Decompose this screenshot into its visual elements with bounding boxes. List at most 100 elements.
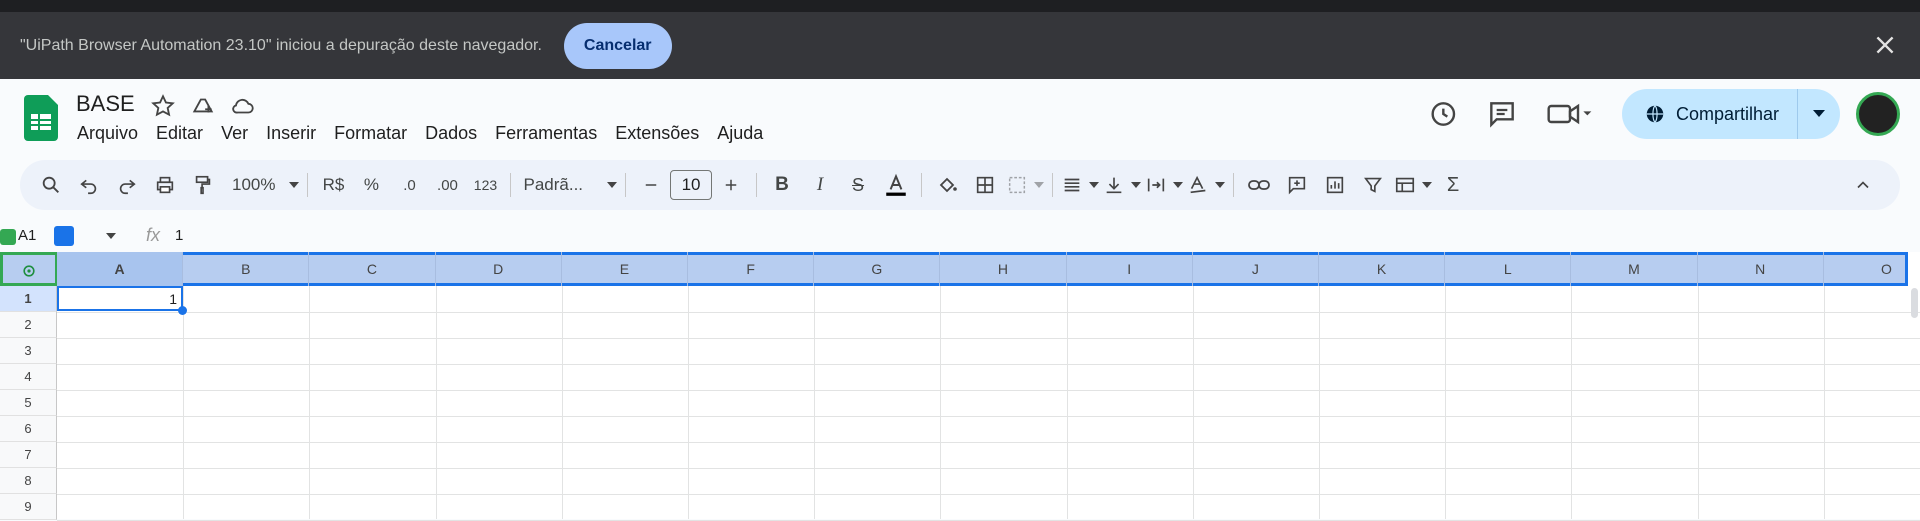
sheets-logo-icon[interactable]: [24, 95, 58, 141]
font-size-input[interactable]: 10: [670, 170, 713, 200]
percent-format-button[interactable]: %: [354, 168, 388, 202]
menu-inserir[interactable]: Inserir: [257, 123, 325, 144]
search-icon[interactable]: [34, 168, 68, 202]
link-icon[interactable]: [1242, 168, 1276, 202]
close-icon[interactable]: [1872, 32, 1898, 58]
column-line: [1823, 286, 1825, 519]
column-header-i[interactable]: I: [1067, 252, 1193, 286]
column-header-n[interactable]: N: [1698, 252, 1824, 286]
column-header-b[interactable]: B: [183, 252, 310, 286]
name-box-caret-icon[interactable]: [106, 233, 116, 239]
plus-icon[interactable]: [714, 168, 748, 202]
doc-title[interactable]: BASE: [76, 91, 135, 117]
row-header-3[interactable]: 3: [0, 338, 57, 364]
collapse-toolbar-icon[interactable]: [1846, 168, 1880, 202]
strikethrough-icon[interactable]: S: [841, 168, 875, 202]
formula-input[interactable]: 1: [175, 227, 183, 244]
avatar[interactable]: [1856, 92, 1900, 136]
minus-icon[interactable]: [634, 168, 668, 202]
menu-bar: Arquivo Editar Ver Inserir Formatar Dado…: [68, 123, 772, 144]
sheet-grid: ABCDEFGHIJKLMNO 123456789 1: [0, 252, 1920, 521]
toolbar-divider: [756, 173, 758, 197]
borders-icon[interactable]: [968, 168, 1002, 202]
zoom-value: 100%: [232, 175, 276, 194]
name-box[interactable]: A1: [18, 227, 36, 244]
text-rotation-icon[interactable]: [1187, 168, 1226, 202]
caret-down-icon: [1422, 182, 1433, 188]
column-header-m[interactable]: M: [1571, 252, 1698, 286]
row-header-4[interactable]: 4: [0, 364, 57, 390]
share-dropdown-button[interactable]: [1798, 110, 1840, 118]
row-header-7[interactable]: 7: [0, 442, 57, 468]
text-color-icon[interactable]: [879, 168, 913, 202]
print-icon[interactable]: [148, 168, 182, 202]
column-header-h[interactable]: H: [940, 252, 1067, 286]
row-line: [57, 312, 1920, 313]
vertical-scrollbar[interactable]: [1911, 288, 1918, 318]
menu-ajuda[interactable]: Ajuda: [708, 123, 772, 144]
insert-chart-icon[interactable]: [1318, 168, 1352, 202]
insert-comment-icon[interactable]: [1280, 168, 1314, 202]
row-line: [57, 416, 1920, 417]
more-formats-button[interactable]: 123: [468, 168, 502, 202]
column-header-f[interactable]: F: [688, 252, 815, 286]
menu-ver[interactable]: Ver: [212, 123, 257, 144]
move-to-drive-icon[interactable]: [190, 93, 216, 119]
comments-icon[interactable]: [1486, 98, 1518, 130]
meet-icon[interactable]: [1546, 98, 1594, 130]
cancel-debug-button[interactable]: Cancelar: [563, 22, 672, 69]
share-button[interactable]: Compartilhar: [1622, 89, 1798, 139]
toolbar-divider: [1233, 173, 1235, 197]
row-header-8[interactable]: 8: [0, 468, 57, 494]
currency-format-button[interactable]: R$: [316, 168, 350, 202]
title-icons: [150, 93, 256, 119]
menu-ferramentas[interactable]: Ferramentas: [486, 123, 606, 144]
redo-icon[interactable]: [110, 168, 144, 202]
row-header-6[interactable]: 6: [0, 416, 57, 442]
paint-format-icon[interactable]: [186, 168, 220, 202]
menu-editar[interactable]: Editar: [147, 123, 212, 144]
functions-icon[interactable]: Σ: [1436, 168, 1470, 202]
filter-icon[interactable]: [1356, 168, 1390, 202]
caret-down-icon: [1089, 182, 1100, 188]
bold-icon[interactable]: B: [765, 168, 799, 202]
column-line: [561, 286, 563, 519]
row-header-5[interactable]: 5: [0, 390, 57, 416]
app-header: BASE Arquivo Editar Ver Inserir Formatar…: [0, 79, 1920, 159]
fill-color-icon[interactable]: [930, 168, 964, 202]
row-line: [57, 338, 1920, 339]
undo-icon[interactable]: [72, 168, 106, 202]
select-all-corner[interactable]: [0, 252, 58, 286]
column-header-g[interactable]: G: [814, 252, 941, 286]
row-header-1[interactable]: 1: [0, 286, 57, 312]
vertical-align-icon[interactable]: [1103, 168, 1142, 202]
active-cell-a1[interactable]: 1: [57, 286, 183, 311]
table-view-icon[interactable]: [1394, 168, 1433, 202]
column-header-e[interactable]: E: [562, 252, 688, 286]
column-header-a[interactable]: A: [57, 252, 184, 286]
align-icon[interactable]: [1061, 168, 1100, 202]
text-wrap-icon[interactable]: [1145, 168, 1184, 202]
zoom-select[interactable]: 100%: [232, 168, 300, 202]
font-select[interactable]: Padrã...: [523, 168, 618, 202]
decrease-decimal-button[interactable]: .0: [392, 168, 426, 202]
cloud-status-icon[interactable]: [230, 93, 256, 119]
row-header-2[interactable]: 2: [0, 312, 57, 338]
italic-icon[interactable]: I: [803, 168, 837, 202]
increase-decimal-button[interactable]: .00: [430, 168, 464, 202]
column-header-k[interactable]: K: [1319, 252, 1446, 286]
column-header-o[interactable]: O: [1824, 252, 1920, 286]
column-header-j[interactable]: J: [1193, 252, 1319, 286]
menu-formatar[interactable]: Formatar: [325, 123, 416, 144]
fill-handle[interactable]: [178, 306, 187, 315]
menu-dados[interactable]: Dados: [416, 123, 486, 144]
column-header-d[interactable]: D: [436, 252, 562, 286]
column-header-c[interactable]: C: [309, 252, 436, 286]
row-header-9[interactable]: 9: [0, 494, 57, 520]
menu-extensoes[interactable]: Extensões: [606, 123, 708, 144]
history-icon[interactable]: [1426, 98, 1458, 130]
merge-cells-icon[interactable]: [1006, 168, 1045, 202]
menu-arquivo[interactable]: Arquivo: [68, 123, 147, 144]
column-header-l[interactable]: L: [1445, 252, 1572, 286]
star-icon[interactable]: [150, 93, 176, 119]
